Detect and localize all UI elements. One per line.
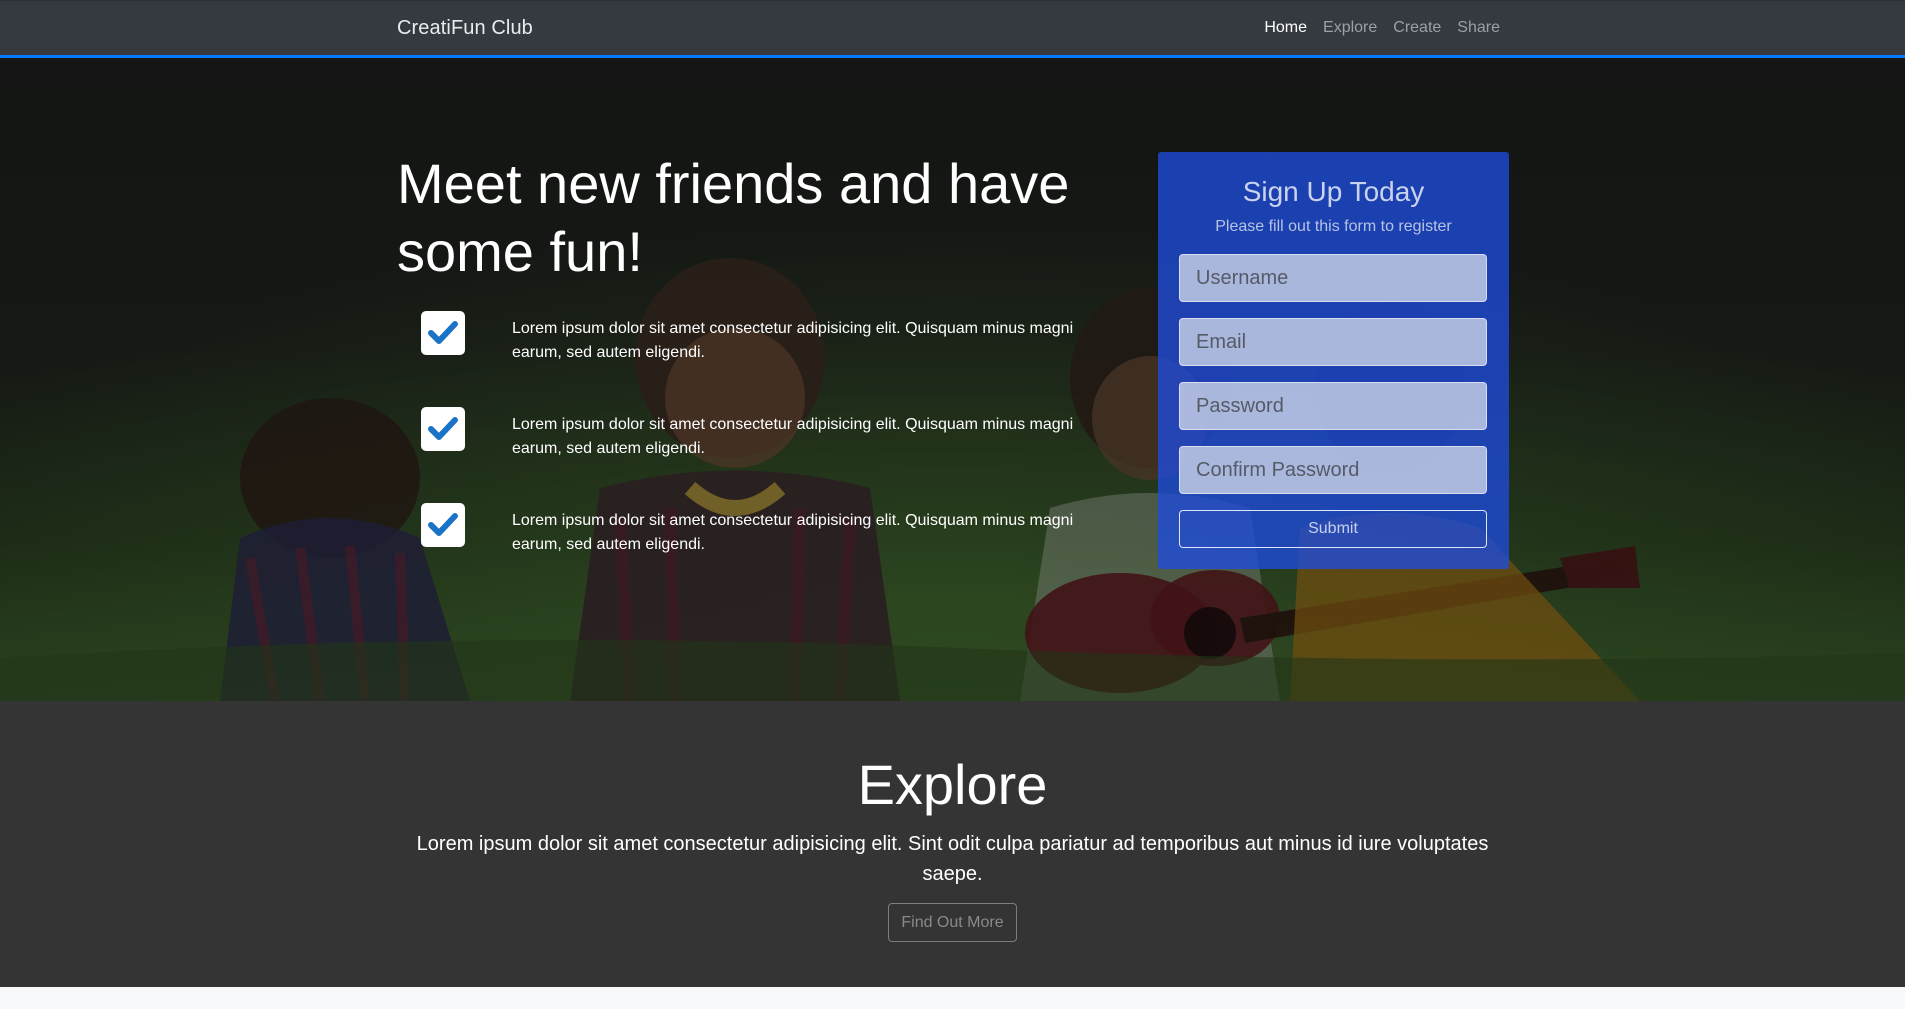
hero-title: Meet new friends and have some fun! xyxy=(397,152,1070,283)
feature-item: Lorem ipsum dolor sit amet consectetur a… xyxy=(397,503,1097,599)
feature-text: Lorem ipsum dolor sit amet consectetur a… xyxy=(512,512,1074,553)
confirm-password-input[interactable] xyxy=(1179,446,1487,494)
feature-text: Lorem ipsum dolor sit amet consectetur a… xyxy=(512,320,1074,361)
explore-text: Lorem ipsum dolor sit amet consectetur a… xyxy=(416,833,1489,885)
nav-item-explore[interactable]: Explore xyxy=(1323,19,1377,36)
password-input[interactable] xyxy=(1179,382,1487,430)
find-out-more-button[interactable]: Find Out More xyxy=(888,903,1017,942)
check-icon xyxy=(421,407,465,451)
feature-item: Lorem ipsum dolor sit amet consectetur a… xyxy=(397,311,1097,407)
username-input[interactable] xyxy=(1179,254,1487,302)
check-icon xyxy=(421,311,465,355)
signup-title: Sign Up Today xyxy=(1242,176,1425,207)
nav-item-create[interactable]: Create xyxy=(1393,19,1441,36)
nav-menu: Home Explore Create Share xyxy=(1264,19,1500,37)
top-navbar: CreatiFun Club Home Explore Create Share xyxy=(0,0,1905,58)
check-icon xyxy=(421,503,465,547)
signup-card: Sign Up Today Please fill out this form … xyxy=(1158,152,1509,569)
signup-subtitle: Please fill out this form to register xyxy=(1215,218,1452,235)
nav-item-share[interactable]: Share xyxy=(1457,19,1500,36)
feature-text: Lorem ipsum dolor sit amet consectetur a… xyxy=(512,416,1074,457)
brand-logo[interactable]: CreatiFun Club xyxy=(397,17,533,40)
hero-section: Meet new friends and have some fun! Lore… xyxy=(0,58,1905,701)
explore-section: Explore Lorem ipsum dolor sit amet conse… xyxy=(0,701,1905,987)
email-input[interactable] xyxy=(1179,318,1487,366)
feature-list: Lorem ipsum dolor sit amet consectetur a… xyxy=(397,311,1097,599)
submit-button[interactable]: Submit xyxy=(1179,510,1487,548)
explore-title: Explore xyxy=(857,753,1048,816)
nav-item-home[interactable]: Home xyxy=(1264,19,1307,36)
feature-item: Lorem ipsum dolor sit amet consectetur a… xyxy=(397,407,1097,503)
